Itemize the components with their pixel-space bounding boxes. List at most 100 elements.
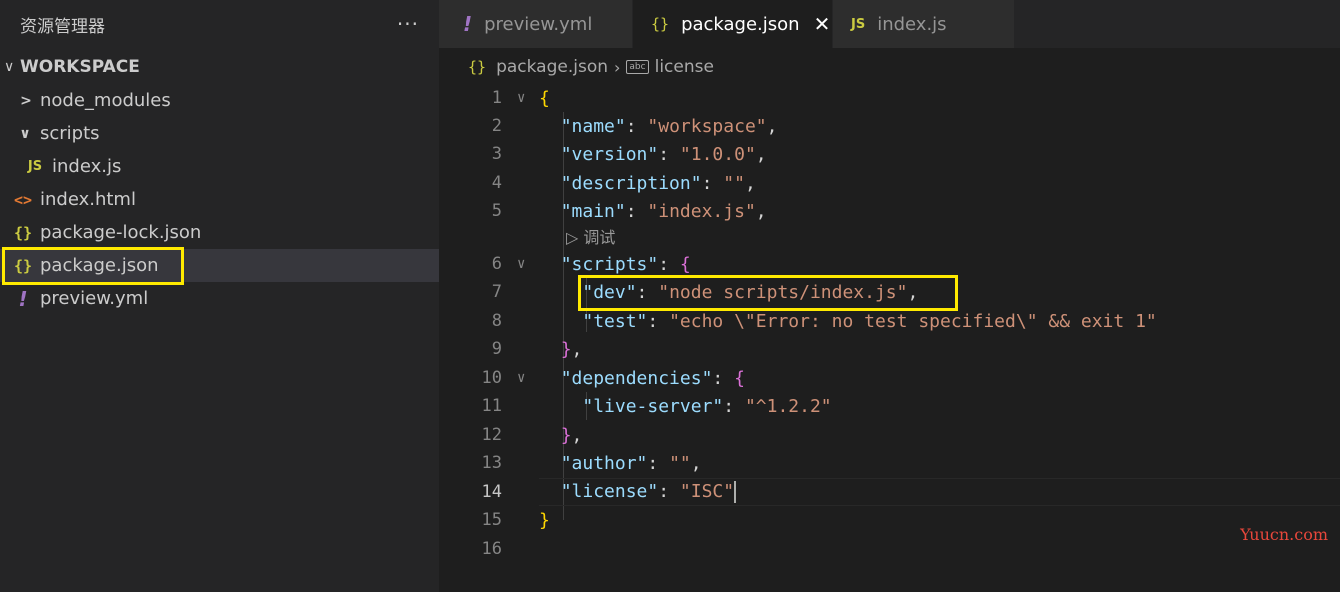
json-value: "node scripts/index.js": [658, 281, 908, 303]
json-key: "dependencies": [560, 367, 713, 389]
json-key: "main": [560, 200, 626, 222]
code-line: 1 ∨ {: [439, 84, 1340, 112]
yml-icon: !: [463, 12, 473, 36]
punct: :: [701, 172, 724, 194]
line-number: 4: [491, 173, 502, 193]
line-number: 6: [491, 254, 502, 274]
punct: :: [647, 310, 670, 332]
code-text: "test": "echo \"Error: no test specified…: [539, 310, 1157, 332]
tab-label: package.json: [681, 13, 800, 35]
text-cursor: [734, 481, 737, 503]
tab-preview-yml[interactable]: ! preview.yml: [439, 0, 633, 48]
code-text: {: [539, 88, 550, 109]
line-number: 3: [491, 144, 502, 164]
tree-item-package-lock-json[interactable]: {} package-lock.json: [0, 216, 439, 249]
line-number: 1: [491, 88, 502, 108]
code-line: 11 "live-server": "^1.2.2": [439, 392, 1340, 420]
code-text: "live-server": "^1.2.2": [539, 395, 832, 417]
code-text: "main": "index.js",: [539, 201, 767, 222]
tree-item-scripts[interactable]: ∨ scripts: [0, 117, 439, 150]
punct: ,: [690, 452, 702, 474]
tab-package-json[interactable]: {} package.json ✕: [633, 0, 833, 48]
json-key: "test": [582, 310, 648, 332]
punct: ,: [907, 281, 919, 303]
json-value: "workspace": [647, 115, 767, 137]
json-value: "index.js": [647, 200, 756, 222]
code-text: "dev": "node scripts/index.js",: [539, 282, 918, 303]
code-line: 15 }: [439, 506, 1340, 534]
debug-codelens[interactable]: ▷ 调试: [566, 224, 615, 248]
punct: :: [723, 395, 745, 417]
json-value: "": [723, 172, 745, 194]
code-line: 14 "license": "ISC": [439, 478, 1340, 506]
punct: :: [658, 143, 680, 165]
code-text: "description": "",: [539, 173, 756, 194]
tree-item-preview-yml[interactable]: ! preview.yml: [0, 282, 439, 315]
breadcrumb-file[interactable]: package.json: [496, 57, 608, 77]
workspace-label: WORKSPACE: [20, 57, 140, 77]
json-key: "version": [560, 143, 659, 165]
tree-item-node-modules[interactable]: > node_modules: [0, 84, 439, 117]
chevron-down-icon[interactable]: ∨: [517, 256, 525, 272]
code-text: "license": "ISC": [539, 481, 737, 503]
tree-item-label: package-lock.json: [40, 222, 202, 243]
tree-item-label: index.html: [40, 189, 136, 210]
code-text: "author": "",: [539, 453, 702, 474]
workspace-section[interactable]: ∨ WORKSPACE: [0, 51, 439, 83]
punct: ,: [755, 143, 767, 165]
code-editor[interactable]: 1 ∨ { 2 "name": "workspace", 3 "version"…: [439, 84, 1340, 592]
punct: :: [658, 253, 680, 275]
json-value: "echo \"Error: no test specified\" && ex…: [669, 310, 1157, 332]
json-key: "live-server": [582, 395, 724, 417]
tab-index-js[interactable]: JS index.js: [833, 0, 1015, 48]
json-key: "dev": [582, 281, 637, 303]
line-number: 14: [481, 482, 502, 502]
code-line: 9 },: [439, 335, 1340, 363]
json-value: "^1.2.2": [744, 395, 832, 417]
code-line: 12 },: [439, 421, 1340, 449]
more-actions-icon[interactable]: ···: [397, 12, 419, 36]
code-line: 4 "description": "",: [439, 169, 1340, 197]
json-key: "author": [560, 452, 648, 474]
breadcrumb: {} package.json › abc license: [468, 54, 714, 80]
html-icon: <>: [13, 190, 33, 209]
tab-label: index.js: [877, 13, 947, 35]
tree-item-index-html[interactable]: <> index.html: [0, 183, 439, 216]
code-text: "scripts": {: [539, 254, 691, 275]
chevron-down-icon[interactable]: ∨: [517, 370, 525, 386]
brace: }: [560, 338, 572, 360]
json-key: "name": [560, 115, 626, 137]
code-text: "name": "workspace",: [539, 115, 778, 137]
tree-item-label: package.json: [40, 255, 159, 276]
punct: :: [625, 200, 648, 222]
json-key: "license": [560, 481, 659, 502]
punct: :: [712, 367, 735, 389]
chevron-down-icon[interactable]: ∨: [517, 90, 525, 106]
chevron-right-icon: >: [20, 92, 32, 109]
explorer-sidebar: 资源管理器 ··· ∨ WORKSPACE > node_modules ∨ s…: [0, 0, 439, 592]
tree-item-scripts-index-js[interactable]: JS index.js: [0, 150, 439, 183]
code-line: 3 "version": "1.0.0",: [439, 140, 1340, 168]
brace: {: [679, 253, 691, 275]
brace: }: [560, 424, 572, 446]
line-number: 13: [481, 453, 502, 473]
watermark: Yuucn.com: [1240, 525, 1328, 544]
punct: ,: [571, 338, 583, 360]
json-icon: {}: [468, 58, 487, 76]
json-value: "ISC": [679, 481, 735, 502]
code-line: 13 "author": "",: [439, 449, 1340, 477]
explorer-title: 资源管理器: [20, 16, 105, 37]
code-line: 5 "main": "index.js",: [439, 197, 1340, 225]
punct: ,: [755, 200, 767, 222]
tree-item-package-json[interactable]: {} package.json: [0, 249, 439, 282]
js-icon: JS: [851, 16, 866, 32]
line-number: 7: [491, 282, 502, 302]
chevron-down-icon: ∨: [4, 59, 15, 75]
breadcrumb-symbol[interactable]: license: [655, 57, 714, 77]
code-line: 10 ∨ "dependencies": {: [439, 364, 1340, 392]
tree-item-label: scripts: [40, 123, 100, 144]
line-number: 2: [491, 116, 502, 136]
editor-tab-bar: ! preview.yml {} package.json ✕ JS index…: [439, 0, 1340, 48]
close-icon[interactable]: ✕: [814, 12, 831, 36]
json-icon: {}: [651, 15, 670, 33]
